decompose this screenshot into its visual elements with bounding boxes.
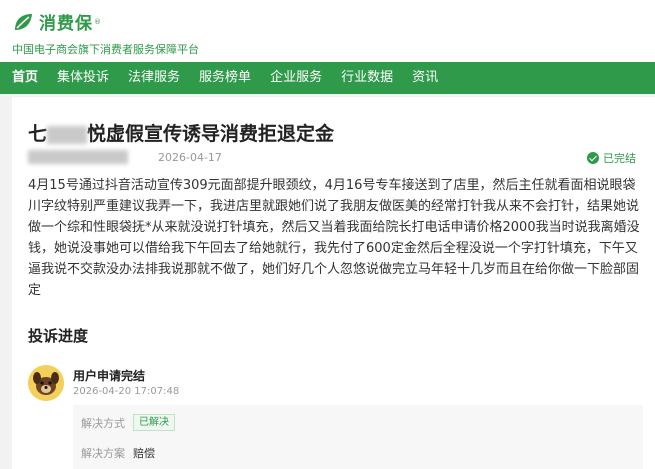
main-nav: 首页 集体投诉 法律服务 服务榜单 企业服务 行业数据 资讯 [0,62,655,94]
resolution-plan-value: 赔偿 [133,447,155,460]
complaint-date: 2026-04-17 [158,150,222,164]
redacted-user-name [28,150,128,164]
complaint-body: 4月15号通过抖音活动宣传309元面部提升眼颈纹，4月16号专车接送到了店里，然… [28,178,640,298]
step-detail: 解决方式 已解决 解决方案 赔偿 [73,405,643,469]
resolution-method-row: 解决方式 已解决 [81,414,175,431]
nav-item-rankings[interactable]: 服务榜单 [199,62,251,94]
step-time: 2026-04-20 17:07:48 [73,386,180,397]
complaint-meta: 2026-04-17 已完结 [28,147,648,167]
registered-mark: ® [94,17,101,26]
leaf-logo-icon [12,11,34,33]
nav-item-industry-data[interactable]: 行业数据 [341,62,393,94]
resolution-plan-row: 解决方案 赔偿 [81,445,155,461]
resolution-plan-label: 解决方案 [81,447,125,460]
site-header: 消费保 ® 中国电子商会旗下消费者服务保障平台 [0,0,655,62]
resolution-method-label: 解决方式 [81,416,125,430]
complaint-card: 七 悦虚假宣传诱导消费拒退定金 2026-04-17 已完结 4月15号通过抖音活… [12,97,655,469]
check-circle-icon [587,152,599,164]
nav-item-group-complaint[interactable]: 集体投诉 [57,62,109,94]
complaint-title: 七 悦虚假宣传诱导消费拒退定金 [28,119,334,146]
nav-item-home[interactable]: 首页 [12,62,38,94]
step-title: 用户申请完结 [73,369,146,383]
progress-section-title: 投诉进度 [28,327,89,345]
nav-item-enterprise[interactable]: 企业服务 [270,62,322,94]
site-logo[interactable]: 消费保 ® [12,9,101,34]
redacted-merchant-name [47,125,88,144]
nav-item-legal[interactable]: 法律服务 [128,62,180,94]
nav-item-news[interactable]: 资讯 [412,62,438,94]
logo-text: 消费保 [39,14,93,34]
resolution-method-tag: 已解决 [133,414,175,431]
title-suffix: 悦虚假宣传诱导消费拒退定金 [87,123,335,145]
status-badge: 已完结 [587,150,636,166]
dog-avatar-icon [28,365,64,401]
site-slogan: 中国电子商会旗下消费者服务保障平台 [12,43,199,56]
status-label: 已完结 [603,152,636,165]
title-prefix: 七 [28,123,48,145]
